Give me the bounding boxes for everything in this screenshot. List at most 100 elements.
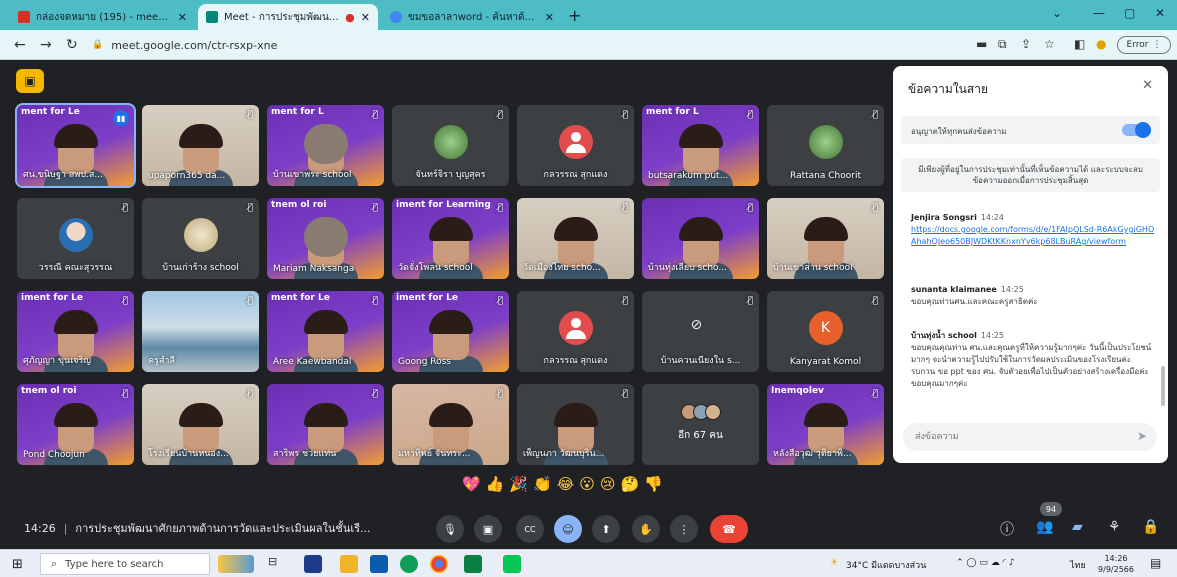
activities-icon[interactable]: ⚘ <box>1108 519 1121 535</box>
raise-hand-button[interactable]: ✋ <box>632 515 660 543</box>
new-tab-button[interactable]: + <box>568 6 581 25</box>
sad-icon[interactable]: 😢 <box>600 475 616 499</box>
profile-avatar-icon[interactable]: ● <box>1096 37 1106 51</box>
language-indicator[interactable]: ไทย <box>1070 558 1086 572</box>
presentation-icon[interactable]: ▣ <box>16 69 44 93</box>
more-options-button[interactable]: ⋮ <box>670 515 698 543</box>
share-icon[interactable]: ⇪ <box>1021 37 1031 51</box>
notification-icon[interactable]: ▤ <box>1150 556 1161 570</box>
participant-tile[interactable]: 🎙̸ โรงเรียนบ้านหนอง... <box>142 384 259 465</box>
file-explorer-icon[interactable] <box>340 555 358 573</box>
chat-scrollbar[interactable] <box>1161 366 1165 406</box>
participant-tile[interactable]: ment for Le ▮▮ ศน.ขนิษฐา สพป.ส... <box>15 103 136 188</box>
task-view-icon[interactable]: ⊟ <box>268 555 286 573</box>
thumbs-up-icon[interactable]: 👍 <box>486 475 505 499</box>
participant-tile[interactable]: ⊘ 🎙̸ บ้านควนเนียงใน s... <box>642 291 759 372</box>
participant-name: Aree Kaewbandal <box>273 357 352 367</box>
participant-tile[interactable]: ment for Le 🎙̸ Aree Kaewbandal <box>267 291 384 372</box>
host-controls-icon[interactable]: 🔒 <box>1142 519 1159 535</box>
maximize-icon[interactable]: ▢ <box>1124 6 1135 20</box>
participant-name: ศน.ขนิษฐา สพป.ส... <box>23 170 103 180</box>
participant-tile[interactable]: ment for L 🎙̸ butsarakum put... <box>642 105 759 186</box>
tab-meet[interactable]: Meet - การประชุมพัฒนาศักยภา... ● ✕ <box>198 4 378 30</box>
reactions-button[interactable]: ☺ <box>554 515 582 543</box>
edge-icon[interactable] <box>400 555 418 573</box>
participant-tile[interactable]: iment for Le 🎙̸ Goong Ross <box>392 291 509 372</box>
error-button[interactable]: Error ⋮ <box>1117 36 1171 54</box>
participant-tile[interactable]: ment for L 🎙̸ บ้านเขาพระ school <box>267 105 384 186</box>
participant-tile[interactable]: Inemqolev 🎙̸ หลังสือวุฒ วุติยาพิ... <box>767 384 884 465</box>
side-panel-icon[interactable]: ◧ <box>1074 37 1085 51</box>
camera-permission-icon[interactable]: ▬ <box>976 37 987 51</box>
participant-tile[interactable]: 🎙̸ Rattana Choorit <box>767 105 884 186</box>
close-tab-icon[interactable]: ✕ <box>545 11 554 24</box>
chat-input[interactable] <box>915 429 1115 445</box>
participant-tile[interactable]: 🎙̸ สาริพร ช่วยแท่น <box>267 384 384 465</box>
allow-messages-toggle[interactable] <box>1122 122 1151 138</box>
laughing-icon[interactable]: 😂 <box>557 475 575 499</box>
participant-tile[interactable]: tnem ol roi 🎙̸ Pond Choojun <box>17 384 134 465</box>
end-call-button[interactable]: ☎ <box>710 515 748 543</box>
close-tab-icon[interactable]: ✕ <box>361 11 370 24</box>
mail-icon[interactable] <box>370 555 388 573</box>
mic-muted-icon: 🎙̸ <box>622 389 628 399</box>
participant-tile[interactable]: 🎙̸ upaporn365 da... <box>142 105 259 186</box>
meeting-details-icon[interactable]: ⓘ <box>1000 519 1014 539</box>
participant-tile[interactable]: 🎙̸ ครูสำลี <box>142 291 259 372</box>
send-icon[interactable]: ➤ <box>1137 429 1147 443</box>
close-tab-icon[interactable]: ✕ <box>178 11 187 24</box>
participant-tile[interactable]: 🎙̸ วัดเมืองไทย scho... <box>517 198 634 279</box>
weather-text[interactable]: 34°C มีแดดบางส่วน <box>846 558 926 572</box>
participant-tile[interactable]: 🎙̸ มหาทิพย์ จันทระ... <box>392 384 509 465</box>
participant-tile[interactable]: 🎙̸ บ้านเก่าร้าง school <box>142 198 259 279</box>
message-link[interactable]: https://docs.google.com/forms/d/e/1FAIpQ… <box>911 224 1156 248</box>
participant-tile[interactable]: 🎙̸ กลวรรณ สุกแดง <box>517 291 634 372</box>
minimize-icon[interactable]: — <box>1093 6 1105 20</box>
close-chat-icon[interactable]: ✕ <box>1142 78 1153 93</box>
people-icon[interactable]: 👥 <box>1036 519 1053 535</box>
tab-search-icon[interactable]: ⌄ <box>1052 6 1062 20</box>
camera-button[interactable]: ▣ <box>474 515 502 543</box>
emoji-icon: ☺ <box>562 522 574 536</box>
participant-tile[interactable]: K 🎙̸ Kanyarat Komol <box>767 291 884 372</box>
bookmark-star-icon[interactable]: ☆ <box>1044 37 1055 51</box>
line-icon[interactable] <box>503 555 521 573</box>
close-window-icon[interactable]: ✕ <box>1155 6 1165 20</box>
participant-tile[interactable]: 🎙̸ บ้านเขาส่าน school <box>767 198 884 279</box>
menu-dots-icon: ⋮ <box>1152 40 1162 50</box>
thumbs-down-icon[interactable]: 👎 <box>644 475 663 499</box>
participant-tile[interactable]: tnem ol roi 🎙̸ Mariam Naksanga <box>267 198 384 279</box>
clapping-icon[interactable]: 👏 <box>533 475 552 499</box>
back-icon[interactable]: ← <box>14 37 26 53</box>
forward-icon[interactable]: → <box>40 37 52 53</box>
taskbar-search[interactable]: ⌕ Type here to search <box>40 553 210 575</box>
surprised-icon[interactable]: 😮 <box>579 475 595 499</box>
sparkling-heart-icon[interactable]: 💖 <box>462 475 481 499</box>
mic-button[interactable]: 🎙 <box>436 515 464 543</box>
participant-tile[interactable]: iment for Learning 🎙̸ วัดจั่งโพลน school <box>392 198 509 279</box>
url-field[interactable]: 🔒 meet.google.com/ctr-rsxp-xne <box>92 35 932 55</box>
tray-icons[interactable]: ⌃ ◯ ▭ ☁ ◜ ♪ <box>956 558 1015 568</box>
line-app-icon[interactable] <box>464 555 482 573</box>
present-button[interactable]: ⬆ <box>592 515 620 543</box>
thinking-icon[interactable]: 🤔 <box>621 475 640 499</box>
participant-tile[interactable]: 🎙̸ เพ็ญนภา วัฒนบุริน... <box>517 384 634 465</box>
participant-tile[interactable]: 🎙̸ บ้านทุ่งเลียบ scho... <box>642 198 759 279</box>
participant-tile[interactable]: iment for Le 🎙̸ ศุภัญญา ขุนเจริญ <box>17 291 134 372</box>
captions-button[interactable]: CC <box>516 515 544 543</box>
widget-icon[interactable] <box>218 555 254 573</box>
translate-icon[interactable]: ⧉ <box>998 37 1007 52</box>
reload-icon[interactable]: ↻ <box>66 37 78 53</box>
participant-tile[interactable]: 🎙̸ จันทร์จิรา บุญสุคร <box>392 105 509 186</box>
app-icon-vm[interactable] <box>304 555 322 573</box>
chrome-icon[interactable] <box>430 555 448 573</box>
participant-tile[interactable]: 🎙̸ กลวรรณ สุกแดง <box>517 105 634 186</box>
taskbar-clock[interactable]: 14:26 9/9/2566 <box>1096 553 1136 575</box>
tab-gmail[interactable]: กล่องจดหมาย (195) - meeting1@... ✕ <box>10 4 195 30</box>
chat-icon[interactable]: ▰ <box>1072 519 1083 535</box>
party-popper-icon[interactable]: 🎉 <box>509 475 528 499</box>
windows-start-icon[interactable]: ⊞ <box>12 557 23 572</box>
participant-tile[interactable]: อีก 67 คน <box>642 384 759 465</box>
participant-tile[interactable]: 🎙̸ วรรณี คณะสุวรรณ <box>17 198 134 279</box>
tab-google-search[interactable]: ขมขอลาลาword - ค้นหาด้วย Googl... ✕ <box>382 4 562 30</box>
